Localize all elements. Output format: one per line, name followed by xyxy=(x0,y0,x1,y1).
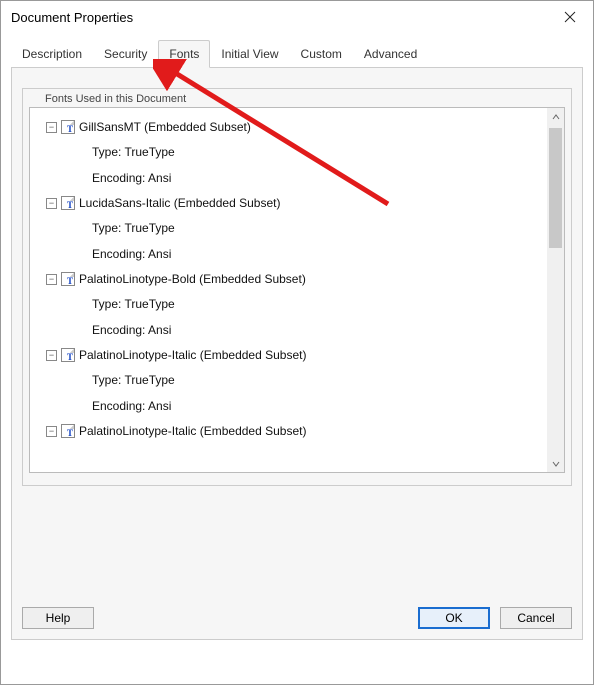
font-name: LucidaSans-Italic (Embedded Subset) xyxy=(79,196,280,210)
font-file-icon xyxy=(61,272,75,286)
window-title: Document Properties xyxy=(11,10,133,25)
collapse-icon[interactable]: − xyxy=(46,198,57,209)
font-encoding: Encoding: Ansi xyxy=(92,396,543,416)
font-file-icon xyxy=(61,348,75,362)
fonts-group-label: Fonts Used in this Document xyxy=(41,93,190,105)
font-file-icon xyxy=(61,196,75,210)
font-encoding: Encoding: Ansi xyxy=(92,320,543,340)
font-name: GillSansMT (Embedded Subset) xyxy=(79,120,251,134)
close-button[interactable] xyxy=(547,1,593,33)
ok-button[interactable]: OK xyxy=(418,607,490,629)
titlebar: Document Properties xyxy=(1,1,593,33)
font-row[interactable]: − GillSansMT (Embedded Subset) xyxy=(46,118,543,136)
button-bar: Help OK Cancel xyxy=(22,607,572,629)
font-row[interactable]: − PalatinoLinotype-Italic (Embedded Subs… xyxy=(46,346,543,364)
fonts-group-box: Fonts Used in this Document − GillSansMT… xyxy=(22,88,572,486)
scrollbar-thumb[interactable] xyxy=(549,128,562,248)
font-encoding: Encoding: Ansi xyxy=(92,244,543,264)
font-type: Type: TrueType xyxy=(92,142,543,162)
scroll-down-icon[interactable] xyxy=(547,455,564,472)
scroll-up-icon[interactable] xyxy=(547,108,564,125)
font-type: Type: TrueType xyxy=(92,218,543,238)
font-row[interactable]: − PalatinoLinotype-Italic (Embedded Subs… xyxy=(46,422,543,440)
font-file-icon xyxy=(61,424,75,438)
font-node: − GillSansMT (Embedded Subset) Type: Tru… xyxy=(46,118,543,188)
cancel-button[interactable]: Cancel xyxy=(500,607,572,629)
close-icon xyxy=(564,11,576,23)
tab-description[interactable]: Description xyxy=(11,40,93,68)
font-row[interactable]: − PalatinoLinotype-Bold (Embedded Subset… xyxy=(46,270,543,288)
tab-bar: Description Security Fonts Initial View … xyxy=(11,39,583,68)
font-name: PalatinoLinotype-Italic (Embedded Subset… xyxy=(79,424,306,438)
dialog-content: Description Security Fonts Initial View … xyxy=(1,33,593,650)
font-node: − PalatinoLinotype-Italic (Embedded Subs… xyxy=(46,422,543,440)
fonts-panel: Fonts Used in this Document − GillSansMT… xyxy=(11,68,583,640)
vertical-scrollbar[interactable] xyxy=(547,108,564,472)
tab-advanced[interactable]: Advanced xyxy=(353,40,428,68)
help-button[interactable]: Help xyxy=(22,607,94,629)
font-node: − PalatinoLinotype-Italic (Embedded Subs… xyxy=(46,346,543,416)
tab-fonts[interactable]: Fonts xyxy=(158,40,210,68)
font-tree-viewport: − GillSansMT (Embedded Subset) Type: Tru… xyxy=(30,108,547,472)
font-row[interactable]: − LucidaSans-Italic (Embedded Subset) xyxy=(46,194,543,212)
tab-initial-view[interactable]: Initial View xyxy=(210,40,289,68)
collapse-icon[interactable]: − xyxy=(46,426,57,437)
font-node: − LucidaSans-Italic (Embedded Subset) Ty… xyxy=(46,194,543,264)
tab-security[interactable]: Security xyxy=(93,40,158,68)
tab-custom[interactable]: Custom xyxy=(290,40,353,68)
collapse-icon[interactable]: − xyxy=(46,274,57,285)
font-encoding: Encoding: Ansi xyxy=(92,168,543,188)
font-type: Type: TrueType xyxy=(92,370,543,390)
collapse-icon[interactable]: − xyxy=(46,350,57,361)
font-name: PalatinoLinotype-Italic (Embedded Subset… xyxy=(79,348,306,362)
font-file-icon xyxy=(61,120,75,134)
font-node: − PalatinoLinotype-Bold (Embedded Subset… xyxy=(46,270,543,340)
collapse-icon[interactable]: − xyxy=(46,122,57,133)
font-name: PalatinoLinotype-Bold (Embedded Subset) xyxy=(79,272,306,286)
font-tree: − GillSansMT (Embedded Subset) Type: Tru… xyxy=(29,107,565,473)
font-type: Type: TrueType xyxy=(92,294,543,314)
